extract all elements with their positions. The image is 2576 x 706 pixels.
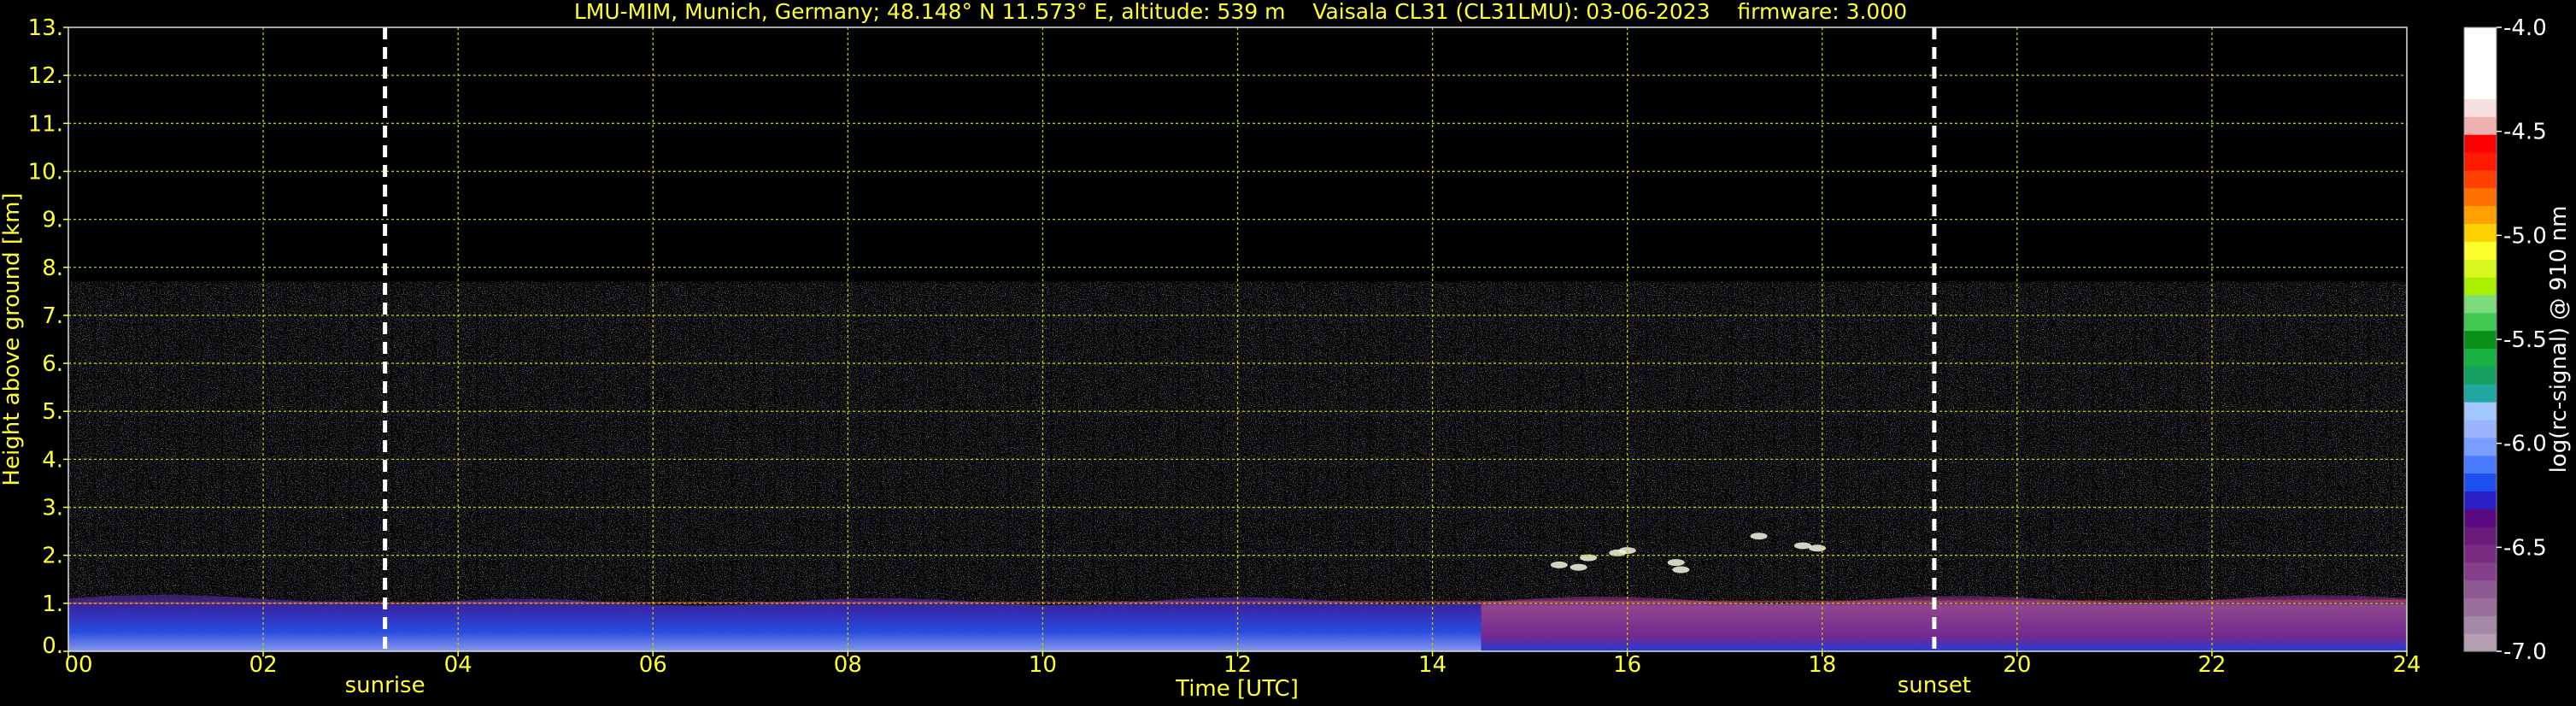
cloud-echo xyxy=(1667,559,1685,567)
cloud-echo xyxy=(1570,563,1587,571)
colorbar-swatch xyxy=(2464,223,2497,242)
x-tick-label: 08 xyxy=(834,652,862,678)
colorbar-swatch xyxy=(2464,491,2497,509)
colorbar-tick-label: -4.5 xyxy=(2503,120,2547,145)
cloud-echo xyxy=(1809,544,1827,552)
colorbar-ticks: -4.0 -4.5 -5.0 -5.5 -6.0 -6.5 -7.0 xyxy=(2497,15,2547,665)
colorbar-tick-label: -6.0 xyxy=(2503,432,2547,457)
colorbar-tick-label: -5.0 xyxy=(2503,223,2547,249)
colorbar-swatch xyxy=(2464,169,2497,189)
cloud-echo xyxy=(1672,566,1690,574)
sunset-label: sunset xyxy=(1898,673,1971,698)
x-tick-label: 12 xyxy=(1223,652,1252,678)
colorbar-swatch xyxy=(2464,62,2497,82)
colorbar-tick-label: -5.5 xyxy=(2503,327,2547,353)
y-tick-label: 13. xyxy=(28,15,63,41)
colorbar-swatch xyxy=(2464,312,2497,332)
x-axis-label: Time [UTC] xyxy=(1175,676,1299,702)
x-tick-label: 22 xyxy=(2198,652,2226,678)
plot-area: sunrise sunset xyxy=(67,26,2408,698)
x-tick-label: 02 xyxy=(249,652,278,678)
cloud-echo xyxy=(1550,561,1568,568)
y-tick-label: 5. xyxy=(42,399,63,425)
cloud-echo xyxy=(1750,532,1768,540)
colorbar-swatch xyxy=(2464,597,2497,616)
sunrise-label: sunrise xyxy=(345,673,425,698)
y-tick-label: 10. xyxy=(28,159,63,185)
y-tick-label: 7. xyxy=(42,303,63,329)
x-tick-label: 00 xyxy=(64,652,92,678)
colorbar-swatch xyxy=(2464,187,2497,207)
colorbar-swatch xyxy=(2464,294,2497,314)
x-tick-label: 18 xyxy=(1808,652,1836,678)
colorbar-tick-label: -6.5 xyxy=(2503,535,2547,561)
y-tick-label: 6. xyxy=(42,351,63,377)
colorbar-swatch xyxy=(2464,241,2497,260)
colorbar-swatch xyxy=(2464,116,2497,135)
colorbar-swatch xyxy=(2464,277,2497,296)
colorbar-swatch xyxy=(2464,44,2497,64)
y-axis-label: Height above ground [km] xyxy=(0,192,25,485)
y-tick-label: 1. xyxy=(42,591,63,617)
chart-title: LMU-MIM, Munich, Germany; 48.148° N 11.5… xyxy=(574,0,1907,24)
colorbar-tick-label: -4.0 xyxy=(2503,15,2547,41)
y-tick-label: 0. xyxy=(42,633,63,659)
colorbar-swatch xyxy=(2464,615,2497,634)
colorbar-swatch xyxy=(2464,580,2497,599)
y-tick-label: 9. xyxy=(42,208,63,233)
colorbar-swatch xyxy=(2464,27,2497,46)
x-tick-label: 06 xyxy=(639,652,667,678)
colorbar-swatch xyxy=(2464,544,2497,563)
colorbar-swatch xyxy=(2464,509,2497,527)
colorbar-label: log(rc-signal) @ 910 nm xyxy=(2546,206,2572,474)
colorbar-swatch xyxy=(2464,205,2497,225)
x-tick-label: 20 xyxy=(2003,652,2031,678)
colorbar-swatch xyxy=(2464,259,2497,278)
colorbar-swatch xyxy=(2464,134,2497,153)
colorbar: -4.0 -4.5 -5.0 -5.5 -6.0 -6.5 -7.0 log(rc-sign… xyxy=(2463,15,2572,665)
colorbar-swatch xyxy=(2464,402,2497,421)
x-tick-label: 04 xyxy=(444,652,472,678)
y-tick-label: 3. xyxy=(42,496,63,521)
cloud-echo xyxy=(1793,542,1811,550)
x-tick-label: 16 xyxy=(1613,652,1641,678)
x-tick-label: 14 xyxy=(1418,652,1446,678)
colorbar-swatch xyxy=(2464,384,2497,403)
colorbar-swatch xyxy=(2464,562,2497,581)
colorbar-swatch xyxy=(2464,348,2497,367)
colorbar-swatch xyxy=(2464,419,2497,438)
y-tick-label: 11. xyxy=(28,111,63,137)
colorbar-swatch xyxy=(2464,473,2497,491)
y-axis-ticks: 0. 1. 2. 3. 4. 5. 6. 7. 8. 9. 10. 11. 12. 13. xyxy=(28,15,68,659)
x-tick-label: 24 xyxy=(2392,652,2421,678)
x-tick-label: 10 xyxy=(1029,652,1057,678)
ceilometer-chart: LMU-MIM, Munich, Germany; 48.148° N 11.5… xyxy=(0,0,2572,702)
y-tick-label: 4. xyxy=(42,447,63,473)
colorbar-swatches xyxy=(2464,27,2497,652)
colorbar-swatch xyxy=(2464,455,2497,474)
y-tick-label: 8. xyxy=(42,256,63,281)
colorbar-swatch xyxy=(2464,366,2497,385)
colorbar-tick-label: -7.0 xyxy=(2503,639,2547,665)
colorbar-swatch xyxy=(2464,527,2497,545)
colorbar-swatch xyxy=(2464,330,2497,350)
colorbar-swatch xyxy=(2464,152,2497,171)
colorbar-swatch xyxy=(2464,437,2497,456)
colorbar-swatch xyxy=(2464,633,2497,652)
y-tick-label: 2. xyxy=(42,544,63,569)
colorbar-swatch xyxy=(2464,80,2497,100)
colorbar-swatch xyxy=(2464,98,2497,117)
y-tick-label: 12. xyxy=(28,63,63,89)
